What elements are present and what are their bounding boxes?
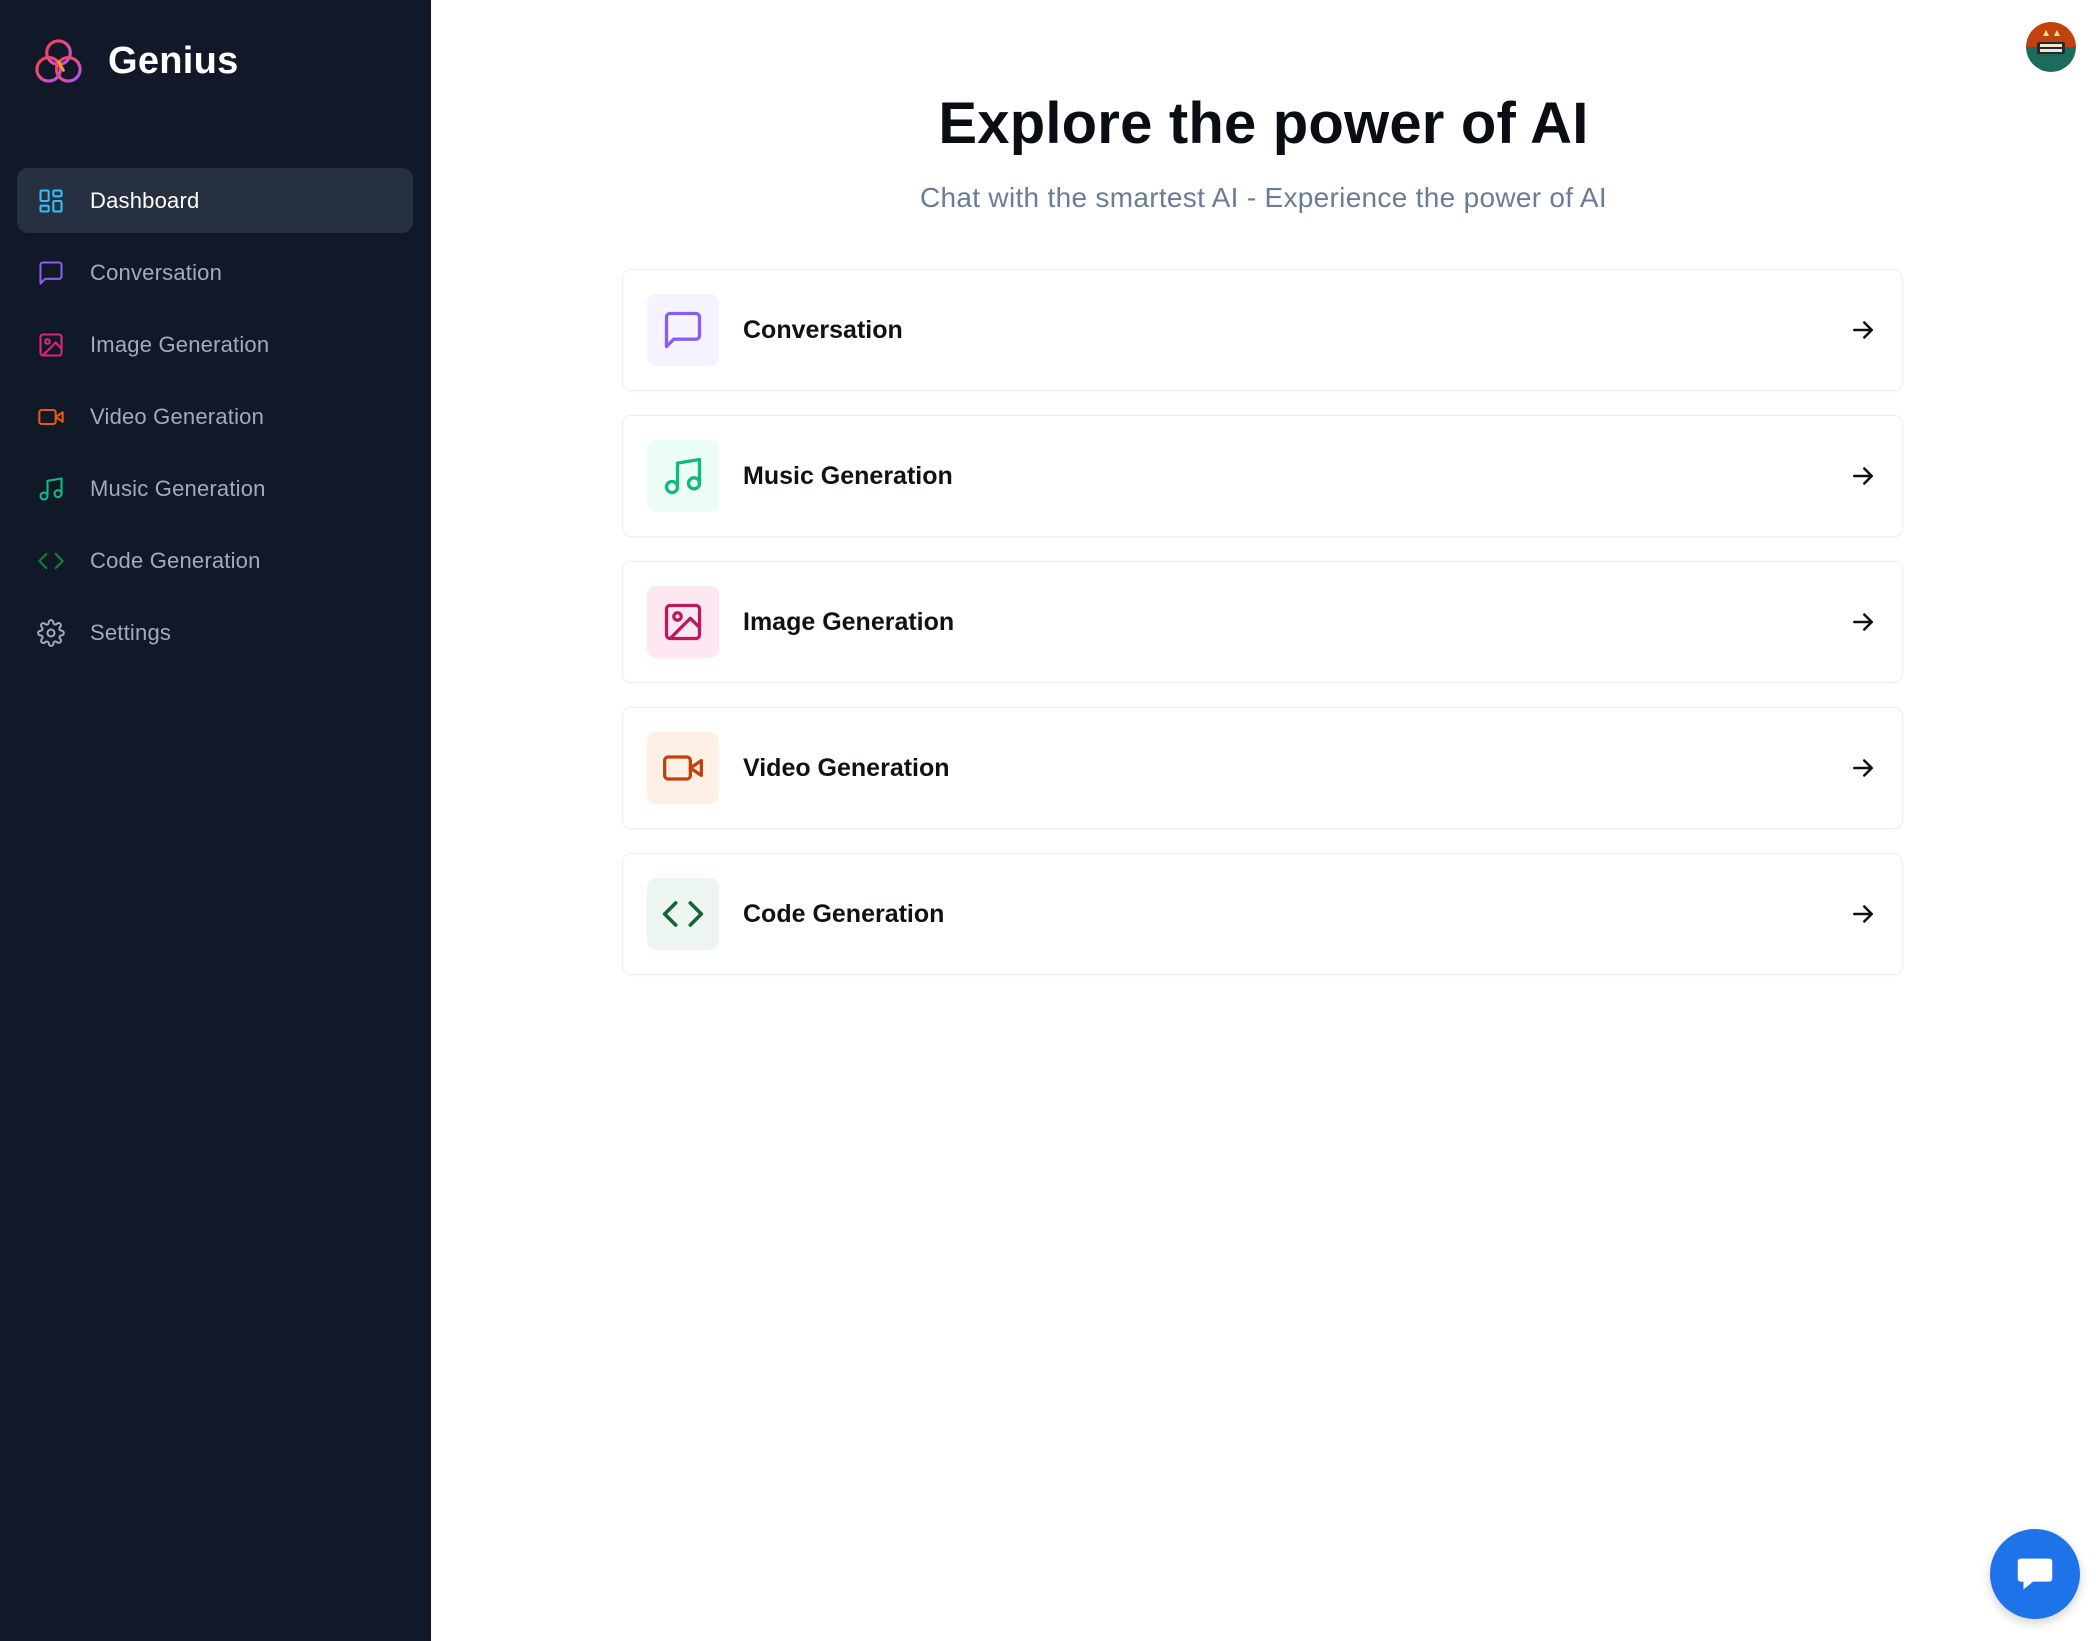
sidebar-item-label: Image Generation	[90, 331, 270, 357]
tool-list: Conversation Music Generation Image Gene…	[622, 269, 1903, 999]
arrow-right-icon	[1848, 461, 1878, 491]
arrow-right-icon	[1848, 753, 1878, 783]
sidebar-item-label: Video Generation	[90, 403, 265, 429]
tool-card-video-generation[interactable]: Video Generation	[622, 707, 1903, 829]
message-square-icon	[36, 258, 66, 288]
arrow-right-icon	[1848, 607, 1878, 637]
layout-grid-icon	[36, 186, 66, 216]
user-avatar-icon	[2026, 22, 2076, 72]
tool-card-code-generation[interactable]: Code Generation	[622, 853, 1903, 975]
tool-card-label: Video Generation	[743, 753, 950, 782]
sidebar-item-dashboard[interactable]: Dashboard	[17, 168, 413, 233]
code-icon	[36, 546, 66, 576]
sidebar-item-label: Dashboard	[90, 187, 200, 213]
chat-support-button[interactable]	[1990, 1529, 2080, 1619]
brand-name: Genius	[108, 40, 239, 82]
sidebar-item-settings[interactable]: Settings	[17, 600, 413, 665]
sidebar-item-label: Code Generation	[90, 547, 261, 573]
sidebar-item-label: Settings	[90, 619, 172, 645]
tool-card-music-generation[interactable]: Music Generation	[622, 415, 1903, 537]
brand[interactable]: Genius	[33, 36, 239, 87]
sidebar-item-music-generation[interactable]: Music Generation	[17, 456, 413, 521]
page-subtitle: Chat with the smartest AI - Experience t…	[920, 182, 1607, 213]
sidebar-item-image-generation[interactable]: Image Generation	[17, 312, 413, 377]
sidebar-item-code-generation[interactable]: Code Generation	[17, 528, 413, 593]
sidebar-item-video-generation[interactable]: Video Generation	[17, 384, 413, 449]
image-icon	[36, 330, 66, 360]
video-icon	[647, 732, 719, 804]
arrow-right-icon	[1848, 315, 1878, 345]
tool-card-image-generation[interactable]: Image Generation	[622, 561, 1903, 683]
app-root: Genius Dashboard Conversation Image Gene…	[0, 0, 2096, 1641]
tool-card-conversation[interactable]: Conversation	[622, 269, 1903, 391]
music-icon	[647, 440, 719, 512]
message-square-icon	[647, 294, 719, 366]
page-title: Explore the power of AI	[938, 91, 1589, 156]
code-icon	[647, 878, 719, 950]
sidebar-item-label: Music Generation	[90, 475, 266, 501]
sidebar-nav: Dashboard Conversation Image Generation …	[17, 168, 413, 672]
settings-icon	[36, 618, 66, 648]
sidebar: Genius Dashboard Conversation Image Gene…	[0, 0, 431, 1641]
chat-bubble-icon	[2017, 1558, 2053, 1590]
arrow-right-icon	[1848, 899, 1878, 929]
tool-card-label: Conversation	[743, 315, 903, 344]
tool-card-label: Image Generation	[743, 607, 955, 636]
tool-card-label: Music Generation	[743, 461, 953, 490]
avatar[interactable]	[2026, 22, 2076, 72]
image-icon	[647, 586, 719, 658]
main-content: Explore the power of AI Chat with the sm…	[431, 0, 2096, 1641]
genius-logo-icon	[35, 39, 82, 83]
sidebar-item-conversation[interactable]: Conversation	[17, 240, 413, 305]
sidebar-item-label: Conversation	[90, 259, 223, 285]
music-icon	[36, 474, 66, 504]
video-icon	[36, 402, 66, 432]
tool-card-label: Code Generation	[743, 899, 945, 928]
